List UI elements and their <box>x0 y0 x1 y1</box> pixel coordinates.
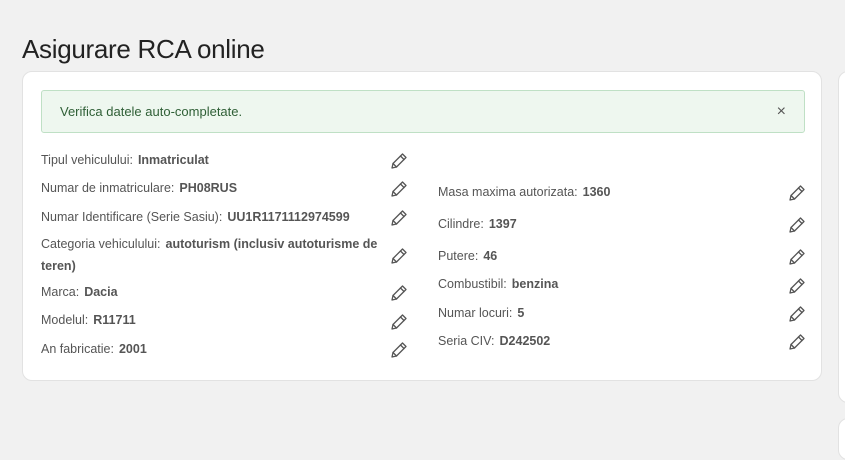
field-value: R11711 <box>93 313 136 327</box>
field-engine-capacity: Cilindre: 1397 <box>438 213 517 235</box>
autocomplete-alert: Verifica datele auto-completate. × <box>41 90 805 133</box>
field-label: Modelul: <box>41 313 89 327</box>
close-icon[interactable]: × <box>777 91 786 132</box>
field-value-continued: teren) <box>41 259 76 273</box>
pencil-icon[interactable] <box>787 304 807 324</box>
field-seats: Numar locuri: 5 <box>438 302 524 324</box>
field-manufacture-year: An fabricatie: 2001 <box>41 338 147 360</box>
field-value: 46 <box>483 249 498 263</box>
field-value: 1397 <box>488 217 517 231</box>
field-civ-series: Seria CIV: D242502 <box>438 330 550 352</box>
field-max-mass: Masa maxima autorizata: 1360 <box>438 181 610 203</box>
side-panel-card-bottom <box>838 418 845 460</box>
vehicle-data-card: Verifica datele auto-completate. × Tipul… <box>22 71 822 381</box>
field-registration-number: Numar de inmatriculare: PH08RUS <box>41 177 237 199</box>
field-fuel: Combustibil: benzina <box>438 273 558 295</box>
pencil-icon[interactable] <box>389 151 409 171</box>
field-label: Seria CIV: <box>438 334 495 348</box>
field-value: 1360 <box>582 185 611 199</box>
field-value: Inmatriculat <box>137 153 209 167</box>
field-value: Dacia <box>84 285 118 299</box>
pencil-icon[interactable] <box>787 276 807 296</box>
pencil-icon[interactable] <box>389 340 409 360</box>
field-value: PH08RUS <box>179 181 238 195</box>
field-label: Numar Identificare (Serie Sasiu): <box>41 210 223 224</box>
field-label: Cilindre: <box>438 217 484 231</box>
pencil-icon[interactable] <box>389 246 409 266</box>
pencil-icon[interactable] <box>389 283 409 303</box>
field-power: Putere: 46 <box>438 245 497 267</box>
pencil-icon[interactable] <box>389 312 409 332</box>
field-value: UU1R1171112974599 <box>227 210 350 224</box>
field-label: Combustibil: <box>438 277 507 291</box>
field-model: Modelul: R11711 <box>41 309 136 331</box>
field-label: Tipul vehiculului: <box>41 153 133 167</box>
pencil-icon[interactable] <box>787 247 807 267</box>
field-value: 2001 <box>118 342 147 356</box>
field-vehicle-type: Tipul vehiculului: Inmatriculat <box>41 149 209 171</box>
field-label: Numar de inmatriculare: <box>41 181 175 195</box>
alert-message: Verifica datele auto-completate. <box>60 104 243 119</box>
page-title: Asigurare RCA online <box>22 34 265 64</box>
field-value: autoturism (inclusiv autoturisme de <box>165 237 378 251</box>
field-label: Putere: <box>438 249 479 263</box>
field-label: An fabricatie: <box>41 342 114 356</box>
field-label: Numar locuri: <box>438 306 513 320</box>
side-panel-card <box>838 71 845 403</box>
pencil-icon[interactable] <box>787 215 807 235</box>
field-vehicle-category: Categoria vehiculului: autoturism (inclus… <box>41 233 383 277</box>
field-label: Categoria vehiculului: <box>41 237 161 251</box>
field-value: benzina <box>511 277 559 291</box>
field-make: Marca: Dacia <box>41 281 118 303</box>
field-value: 5 <box>517 306 525 320</box>
pencil-icon[interactable] <box>787 183 807 203</box>
pencil-icon[interactable] <box>389 179 409 199</box>
field-vin: Numar Identificare (Serie Sasiu): UU1R117… <box>41 206 350 228</box>
field-label: Marca: <box>41 285 80 299</box>
pencil-icon[interactable] <box>787 332 807 352</box>
pencil-icon[interactable] <box>389 208 409 228</box>
field-label: Masa maxima autorizata: <box>438 185 578 199</box>
field-value: D242502 <box>499 334 551 348</box>
